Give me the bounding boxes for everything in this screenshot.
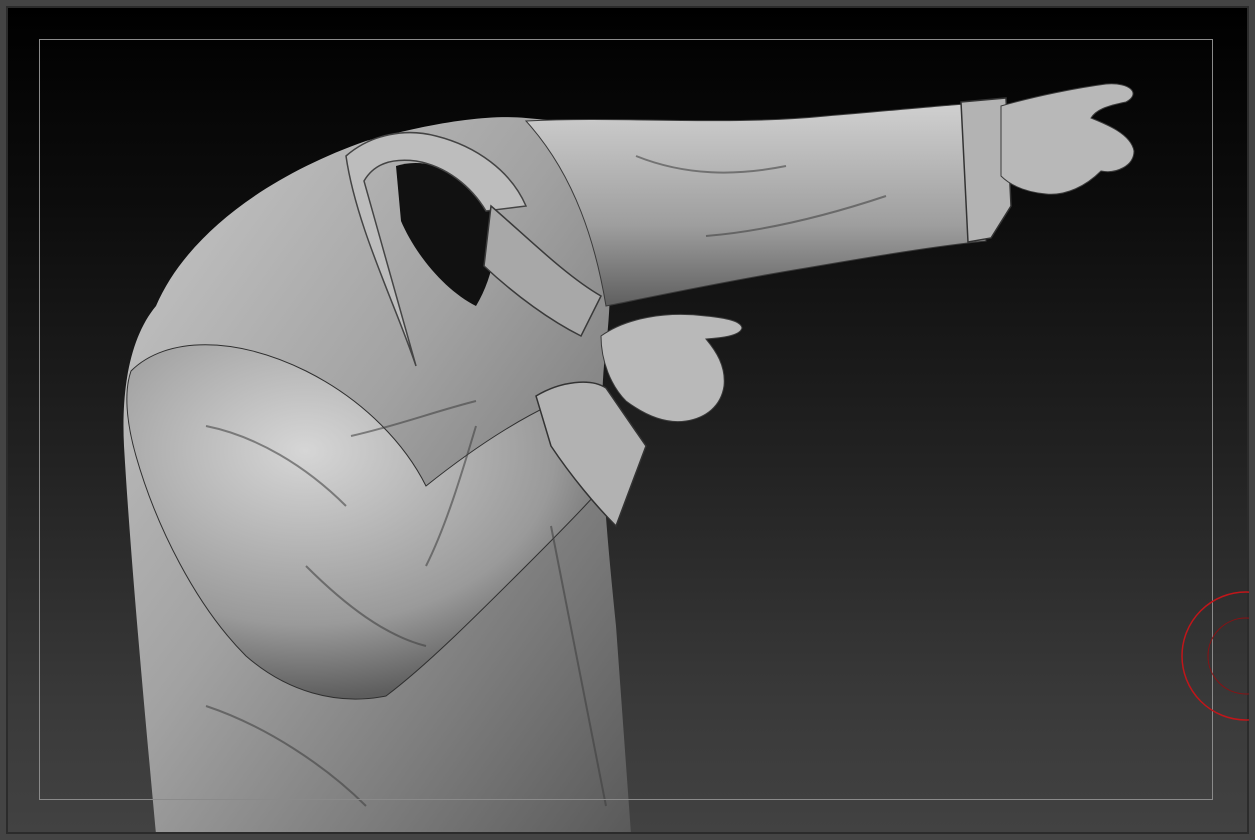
raised-hand bbox=[1000, 83, 1135, 195]
document-canvas[interactable] bbox=[6, 6, 1249, 834]
brush-cursor-icon bbox=[1181, 591, 1249, 721]
sculpt-app bbox=[0, 0, 1255, 840]
pointing-hand bbox=[600, 313, 743, 423]
sculpt-model[interactable] bbox=[6, 6, 1249, 834]
